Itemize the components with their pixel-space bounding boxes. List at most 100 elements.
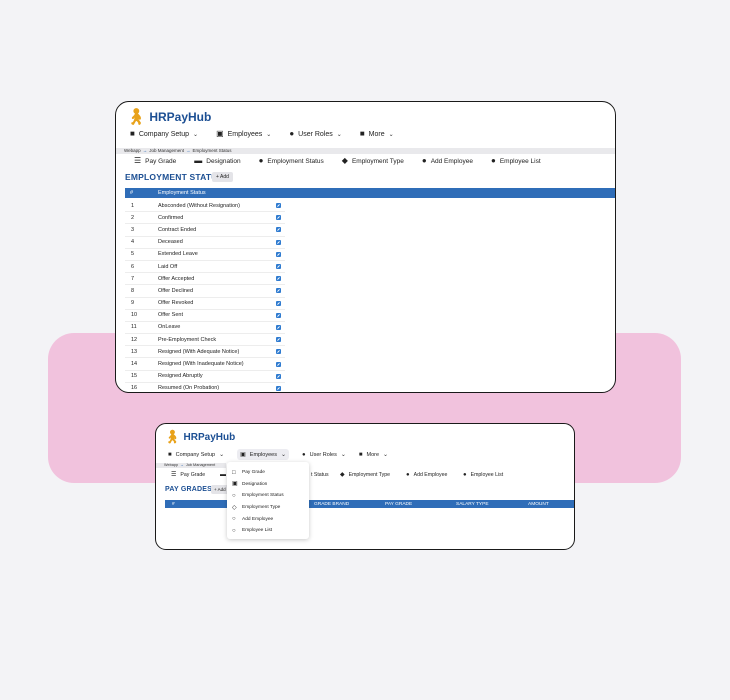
- subnav-employee-list[interactable]: ● Employee List: [491, 157, 541, 165]
- row-number: 11: [131, 324, 137, 331]
- employment-status-name: Extended Leave: [158, 251, 198, 258]
- edit-icon[interactable]: [276, 373, 281, 379]
- breadcrumb: Webapp → Job Management: [156, 463, 226, 468]
- employment-status-name: Resigned (With Inadequate Notice): [158, 361, 244, 368]
- nav-label: Company Setup: [175, 451, 216, 458]
- add-button[interactable]: + Add: [211, 485, 229, 494]
- subnav-add-employee[interactable]: ● Add Employee: [406, 472, 447, 478]
- tag-icon: ◆: [340, 472, 345, 478]
- breadcrumb-home[interactable]: Webapp: [164, 463, 178, 467]
- user-add-icon: ○: [232, 516, 236, 523]
- edit-icon[interactable]: [276, 239, 281, 245]
- menu-item-employment-type[interactable]: ◇ Employment Type: [232, 502, 309, 514]
- chevron-down-icon: ⌄: [193, 131, 199, 138]
- menu-item-employment-status[interactable]: ○ Employment Status: [232, 490, 309, 502]
- breadcrumb: Webapp → Job Management → Employment Status: [116, 148, 615, 154]
- row-number: 5: [131, 251, 135, 258]
- employment-status-name: Offer Declined: [158, 287, 194, 294]
- subnav-label: Pay Grade: [180, 472, 206, 478]
- menu-item-label: Add Employee: [242, 516, 274, 522]
- employment-status-name: Resumed (On Probation): [158, 385, 220, 392]
- subnav-label: Add Employee: [413, 472, 448, 478]
- employment-status-screen: 🚶︎ HRPayHub ■ Company Setup ⌄ ▣ Employee…: [115, 101, 616, 393]
- person-logo-icon: 🚶︎: [126, 109, 147, 126]
- menu-item-designation[interactable]: ▣ Designation: [232, 479, 309, 491]
- add-button[interactable]: + Add: [212, 172, 233, 182]
- pay-grades-screen: 🚶︎ HRPayHub ■ Company Setup ⌄ ▣ Employee…: [155, 423, 575, 550]
- table-row: 15 Resigned Abruptly: [125, 371, 285, 383]
- nav-label: More: [368, 130, 385, 138]
- app-logo[interactable]: 🚶︎ HRPayHub: [126, 107, 211, 127]
- app-logo[interactable]: 🚶︎ HRPayHub: [164, 429, 235, 445]
- breadcrumb-middle[interactable]: Job Management: [186, 463, 215, 467]
- chevron-down-icon: ⌄: [281, 452, 287, 458]
- nav-employees[interactable]: ▣ Employees ⌄: [216, 130, 271, 138]
- edit-icon[interactable]: [276, 349, 281, 355]
- edit-icon[interactable]: [276, 215, 281, 221]
- chevron-down-icon: ⌄: [336, 131, 342, 138]
- subnav-label: Employment Status: [267, 157, 324, 165]
- edit-icon[interactable]: [276, 203, 281, 209]
- user-icon: ●: [302, 451, 306, 458]
- nav-more[interactable]: ■ More ⌄: [359, 451, 389, 459]
- menu-item-label: Employee List: [242, 528, 273, 534]
- edit-icon[interactable]: [276, 361, 281, 367]
- chevron-down-icon: ⌄: [388, 131, 394, 138]
- subnav-label: Employment Type: [351, 157, 404, 165]
- subnav-employment-type[interactable]: ◆ Employment Type: [342, 157, 404, 165]
- subnav-pay-grade[interactable]: ☰ Pay Grade: [171, 472, 205, 478]
- edit-icon[interactable]: [276, 385, 281, 391]
- person-logo-icon: 🚶︎: [164, 429, 181, 444]
- subnav-employment-type[interactable]: ◆ Employment Type: [340, 472, 390, 478]
- table-row: 4 Deceased: [125, 237, 285, 249]
- nav-employees[interactable]: ▣ Employees ⌄: [237, 449, 290, 460]
- subnav-designation-icon-only[interactable]: ▬: [220, 472, 226, 478]
- table-row: 5 Extended Leave: [125, 249, 285, 261]
- building-icon: ■: [168, 451, 172, 458]
- nav-company-setup[interactable]: ■ Company Setup ⌄: [168, 451, 224, 459]
- edit-icon[interactable]: [276, 337, 281, 343]
- column-header-employment-status: Employment Status: [158, 190, 206, 196]
- subnav-designation[interactable]: ▬ Designation: [194, 157, 240, 165]
- column-header-pay-grade: PAY GRADE: [385, 501, 413, 507]
- building-icon: ■: [130, 129, 135, 138]
- row-number: 6: [131, 263, 135, 270]
- subnav-employment-status[interactable]: t Status: [311, 472, 329, 478]
- breadcrumb-home[interactable]: Webapp: [124, 148, 141, 153]
- employees-dropdown-menu: □ Pay Grade ▣ Designation ○ Employment Stat…: [227, 462, 309, 539]
- row-number: 9: [131, 300, 135, 307]
- edit-icon[interactable]: [276, 312, 281, 318]
- edit-icon[interactable]: [276, 300, 281, 306]
- employment-status-name: Deceased: [158, 239, 183, 246]
- employment-status-name: Contract Ended: [158, 226, 197, 233]
- table-row: 16 Resumed (On Probation): [125, 383, 285, 392]
- subnav-add-employee[interactable]: ● Add Employee: [422, 157, 473, 165]
- chevron-down-icon: ⌄: [383, 452, 389, 458]
- edit-icon[interactable]: [276, 227, 281, 233]
- edit-icon[interactable]: [276, 251, 281, 257]
- employment-status-name: Offer Sent: [158, 312, 183, 319]
- edit-icon[interactable]: [276, 276, 281, 282]
- subnav-employee-list[interactable]: ● Employee List: [463, 472, 503, 478]
- row-number: 3: [131, 226, 135, 233]
- nav-company-setup[interactable]: ■ Company Setup ⌄: [130, 130, 198, 138]
- subnav-pay-grade[interactable]: ☰ Pay Grade: [134, 157, 176, 165]
- breadcrumb-middle[interactable]: Job Management: [149, 148, 184, 153]
- nav-label: Company Setup: [138, 130, 190, 138]
- menu-item-pay-grade[interactable]: □ Pay Grade: [232, 467, 309, 479]
- subnav-employment-status[interactable]: ● Employment Status: [259, 157, 324, 165]
- edit-icon[interactable]: [276, 324, 281, 330]
- edit-icon[interactable]: [276, 288, 281, 294]
- nav-user-roles[interactable]: ● User Roles ⌄: [302, 451, 346, 459]
- column-header-salary-type: SALARY TYPE: [456, 501, 489, 507]
- edit-icon[interactable]: [276, 264, 281, 270]
- users-icon: ●: [463, 472, 467, 478]
- menu-item-employee-list[interactable]: ○ Employee List: [232, 525, 309, 537]
- subnav-label: Pay Grade: [145, 157, 177, 165]
- table-header: # Employment Status: [125, 188, 615, 198]
- subnav-label: Add Employee: [430, 157, 473, 165]
- menu-item-add-employee[interactable]: ○ Add Employee: [232, 513, 309, 525]
- nav-user-roles[interactable]: ● User Roles ⌄: [289, 130, 342, 138]
- nav-more[interactable]: ■ More ⌄: [360, 130, 394, 138]
- table-row: 13 Resigned (With Adequate Notice): [125, 346, 285, 359]
